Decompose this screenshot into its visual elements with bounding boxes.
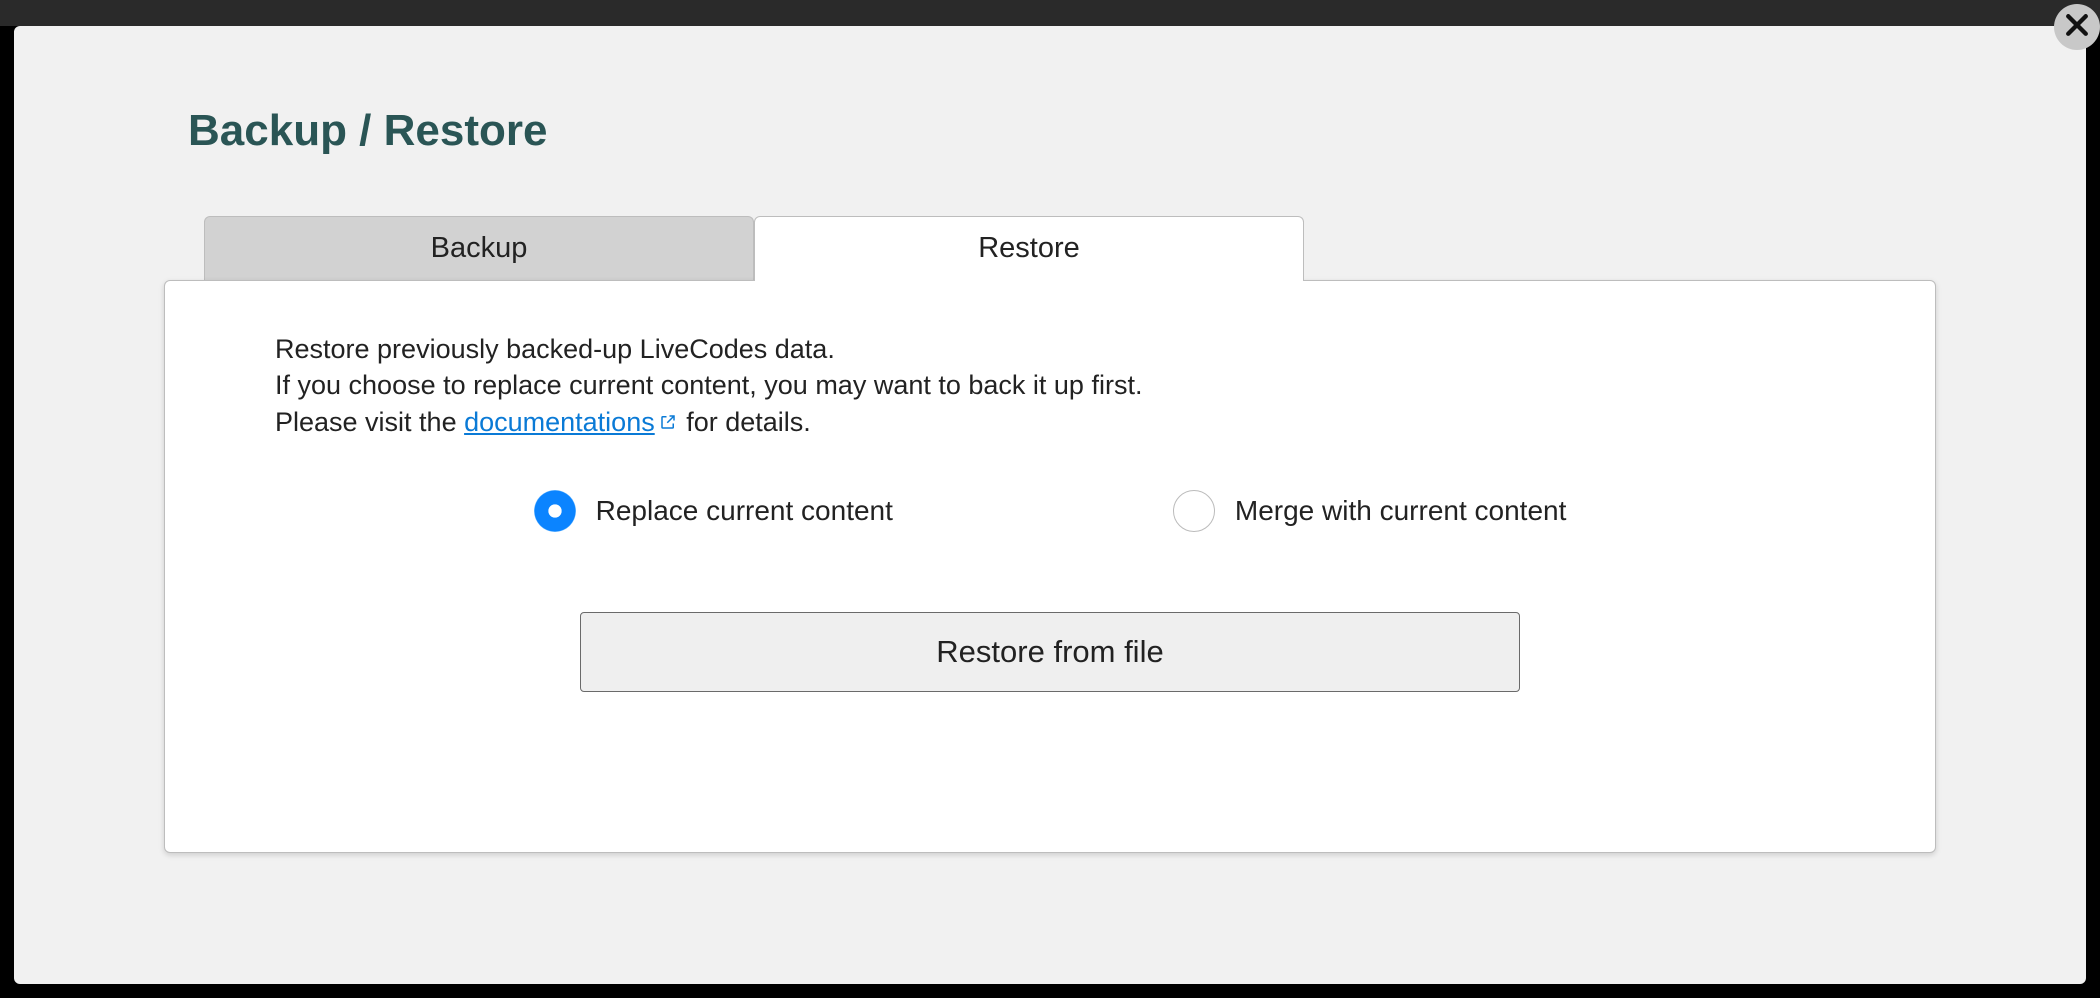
backup-restore-modal: Backup / Restore Backup Restore Restore … — [14, 26, 2086, 984]
desc-line2: If you choose to replace current content… — [275, 370, 1142, 400]
restore-description: Restore previously backed-up LiveCodes d… — [275, 331, 1825, 440]
desc-line3-suffix: for details. — [679, 407, 811, 437]
desc-line3-prefix: Please visit the — [275, 407, 464, 437]
tabs-container: Backup Restore Restore previously backed… — [164, 216, 1936, 853]
restore-panel: Restore previously backed-up LiveCodes d… — [164, 280, 1936, 853]
documentations-link[interactable]: documentations — [464, 407, 679, 437]
external-link-icon — [659, 404, 677, 440]
tab-backup-label: Backup — [431, 232, 528, 265]
documentations-link-text: documentations — [464, 407, 655, 437]
restore-mode-options: Replace current content Merge with curre… — [275, 490, 1825, 532]
close-icon — [2062, 10, 2092, 45]
option-merge-label: Merge with current content — [1235, 495, 1567, 527]
modal-title: Backup / Restore — [188, 106, 1936, 156]
radio-replace[interactable] — [534, 490, 576, 532]
radio-merge[interactable] — [1173, 490, 1215, 532]
tab-restore-label: Restore — [978, 232, 1080, 265]
tab-restore[interactable]: Restore — [754, 216, 1304, 280]
option-merge[interactable]: Merge with current content — [1173, 490, 1567, 532]
background-bar — [0, 0, 2100, 26]
option-replace-label: Replace current content — [596, 495, 893, 527]
desc-line1: Restore previously backed-up LiveCodes d… — [275, 334, 835, 364]
option-replace[interactable]: Replace current content — [534, 490, 893, 532]
close-button[interactable] — [2054, 4, 2100, 50]
tab-backup[interactable]: Backup — [204, 216, 754, 280]
restore-from-file-button[interactable]: Restore from file — [580, 612, 1520, 692]
tab-list: Backup Restore — [204, 216, 1936, 280]
